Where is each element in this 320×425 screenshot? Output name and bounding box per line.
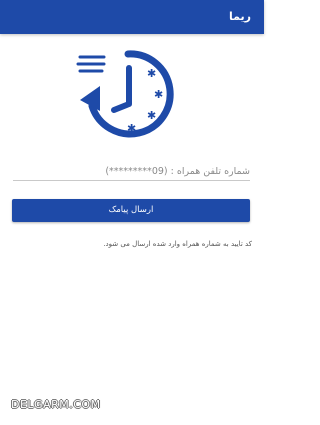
- svg-text:✱: ✱: [127, 122, 136, 135]
- send-sms-button[interactable]: ارسال پیامک: [12, 199, 250, 222]
- svg-text:✱: ✱: [154, 88, 163, 101]
- svg-text:✱: ✱: [147, 109, 156, 122]
- fast-clock-icon: ✱ ✱ ✱ ✱: [76, 50, 174, 138]
- verification-info-text: کد تایید به شماره همراه وارد شده ارسال م…: [103, 240, 252, 248]
- svg-text:✱: ✱: [147, 67, 156, 80]
- watermark-text: DELGARM.COM: [11, 398, 101, 411]
- app-bar: ریما: [0, 0, 264, 34]
- app-title: ریما: [229, 10, 251, 23]
- phone-number-input[interactable]: [13, 162, 250, 181]
